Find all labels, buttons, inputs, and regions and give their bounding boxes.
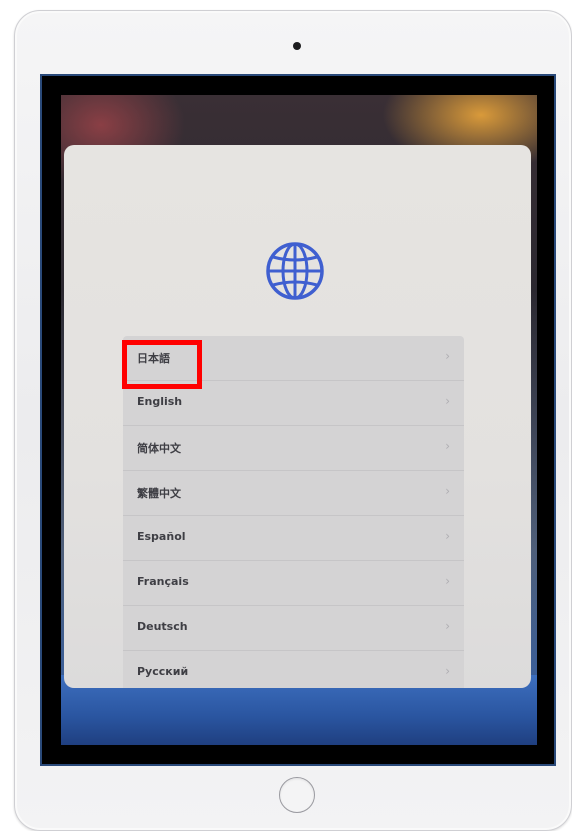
- language-item-german[interactable]: Deutsch ›: [123, 606, 464, 651]
- screen-bezel: 日本語 › English › 简体中文 › 繁體中文 › Español › …: [40, 74, 556, 766]
- language-item-russian[interactable]: Русский ›: [123, 651, 464, 688]
- chevron-right-icon: ›: [445, 439, 450, 453]
- language-label: Русский: [137, 665, 189, 678]
- chevron-right-icon: ›: [445, 574, 450, 588]
- language-label: English: [137, 395, 183, 408]
- language-item-simplified-chinese[interactable]: 简体中文 ›: [123, 426, 464, 471]
- language-label: 简体中文: [137, 442, 181, 455]
- language-label: Deutsch: [137, 620, 188, 633]
- chevron-right-icon: ›: [445, 664, 450, 678]
- highlight-box: [122, 340, 202, 389]
- home-button[interactable]: [279, 777, 315, 813]
- chevron-right-icon: ›: [445, 484, 450, 498]
- language-setup-sheet: 日本語 › English › 简体中文 › 繁體中文 › Español › …: [64, 145, 531, 688]
- chevron-right-icon: ›: [445, 394, 450, 408]
- language-item-traditional-chinese[interactable]: 繁體中文 ›: [123, 471, 464, 516]
- language-item-spanish[interactable]: Español ›: [123, 516, 464, 561]
- front-camera: [293, 42, 301, 50]
- chevron-right-icon: ›: [445, 349, 450, 363]
- chevron-right-icon: ›: [445, 619, 450, 633]
- chevron-right-icon: ›: [445, 529, 450, 543]
- language-label: Español: [137, 530, 186, 543]
- language-label: 繁體中文: [137, 487, 181, 500]
- language-item-french[interactable]: Français ›: [123, 561, 464, 606]
- ipad-device: 日本語 › English › 简体中文 › 繁體中文 › Español › …: [14, 10, 572, 831]
- globe-icon: [266, 242, 324, 300]
- screen: 日本語 › English › 简体中文 › 繁體中文 › Español › …: [61, 95, 537, 745]
- language-label: Français: [137, 575, 189, 588]
